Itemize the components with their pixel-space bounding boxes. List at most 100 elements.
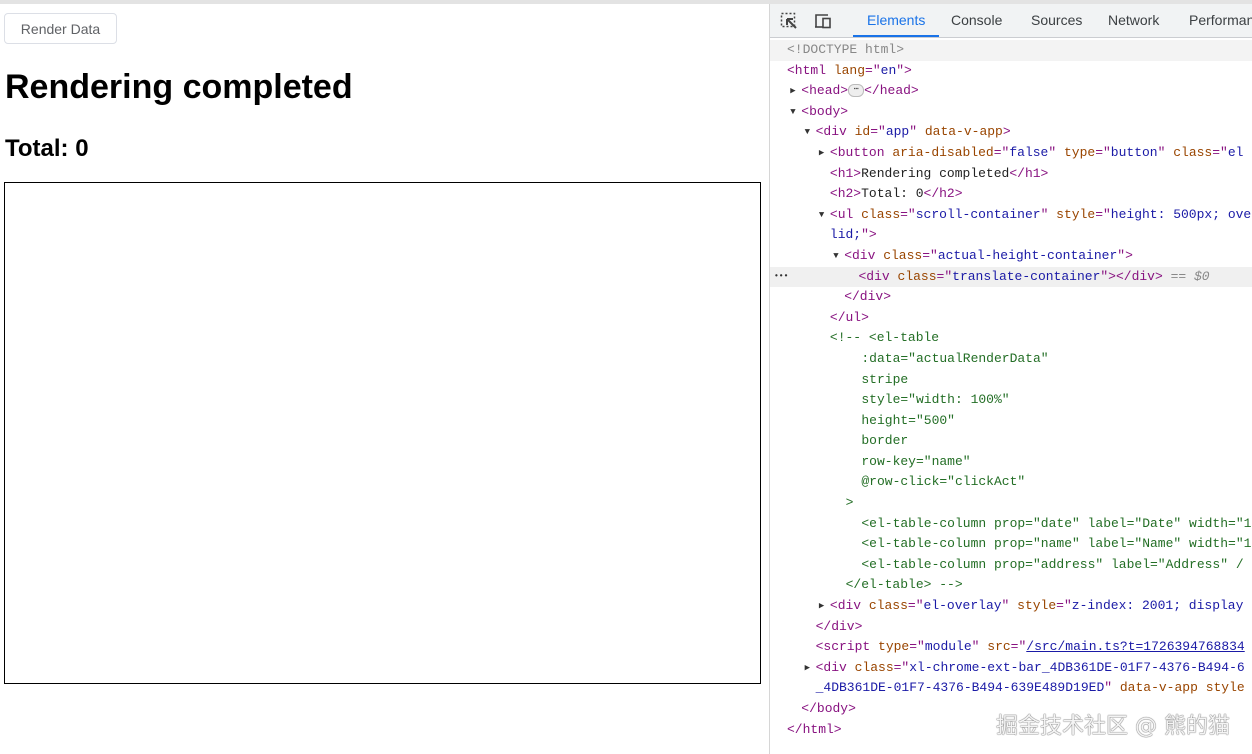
code-token-tag: "> (861, 227, 877, 242)
code-token-attr: class (898, 269, 937, 284)
dom-tree-line[interactable]: ▼<div id="app" data-v-app> (770, 122, 1252, 143)
dom-tree-line[interactable]: <h1>Rendering completed</h1> (770, 164, 1252, 185)
code-token-tag: <button (830, 145, 892, 160)
code-token-val: false (1009, 145, 1048, 160)
more-options-icon[interactable]: ••• (774, 267, 788, 288)
code-token-tag: " (1104, 680, 1120, 695)
code-token-com: <el-table-column prop="date" label="Date… (861, 516, 1251, 531)
dom-tree-line[interactable]: ▶<head>⋯</head> (770, 81, 1252, 102)
dom-tree-line[interactable]: </div> (770, 617, 1252, 638)
dom-tree-line[interactable]: <el-table-column prop="date" label="Date… (770, 514, 1252, 535)
dom-tree-line[interactable]: lid;"> (770, 225, 1252, 246)
collapsed-ellipsis[interactable]: ⋯ (848, 84, 864, 97)
dom-tree-line[interactable]: ▼<div class="actual-height-container"> (770, 246, 1252, 267)
tab-sources[interactable]: Sources (1031, 4, 1082, 37)
dom-tree-line[interactable]: > (770, 493, 1252, 514)
dom-tree-line[interactable]: <el-table-column prop="name" label="Name… (770, 534, 1252, 555)
tab-elements[interactable]: Elements (853, 4, 939, 37)
code-token-text: Rendering completed (861, 166, 1009, 181)
collapse-arrow-icon[interactable]: ▼ (819, 205, 824, 226)
dom-tree-line[interactable]: row-key="name" (770, 452, 1252, 473)
code-token-com: <el-table-column prop="name" label="Name… (861, 536, 1251, 551)
code-token-attr: style (1056, 207, 1095, 222)
dom-tree-line[interactable]: border (770, 431, 1252, 452)
code-token-tag: =" (1095, 207, 1111, 222)
dom-tree-line[interactable]: ▶<button aria-disabled="false" type="but… (770, 143, 1252, 164)
expand-arrow-icon[interactable]: ▶ (819, 143, 824, 164)
code-token-tag: <div (816, 124, 855, 139)
scroll-container[interactable] (4, 182, 761, 684)
code-token-tag: </ul> (830, 310, 869, 325)
collapse-arrow-icon[interactable]: ▼ (833, 246, 838, 267)
dom-tree-line[interactable]: ▼<body> (770, 102, 1252, 123)
dom-tree-line[interactable]: ▶<div class="xl-chrome-ext-bar_4DB361DE-… (770, 658, 1252, 679)
code-token-tag: =" (1095, 145, 1111, 160)
page-viewport: Render Data Rendering completed Total: 0 (0, 4, 770, 754)
dom-tree-line[interactable]: :data="actualRenderData" (770, 349, 1252, 370)
code-token-text: Total: 0 (861, 186, 923, 201)
total-count: Total: 0 (5, 135, 89, 163)
dom-tree-line[interactable]: <!DOCTYPE html> (770, 40, 1252, 61)
dom-tree-line[interactable]: <el-table-column prop="address" label="A… (770, 555, 1252, 576)
dom-tree-line[interactable]: ▼<ul class="scroll-container" style="hei… (770, 205, 1252, 226)
dom-tree-line[interactable]: </el-table> --> (770, 575, 1252, 596)
code-token-tag: =" (870, 124, 886, 139)
render-data-button[interactable]: Render Data (4, 13, 117, 44)
code-token-tag: =" (909, 639, 925, 654)
code-token-tag: =" (994, 145, 1010, 160)
dom-tree-line[interactable]: stripe (770, 370, 1252, 391)
code-token-attr: class (883, 248, 922, 263)
code-token-tag: <div (859, 269, 898, 284)
code-token-tag: </html> (787, 722, 842, 737)
code-token-val: button (1111, 145, 1158, 160)
code-token-link[interactable]: /src/main.ts?t=1726394768834 (1026, 639, 1244, 654)
code-token-tag: " (1002, 598, 1018, 613)
code-token-com: > (846, 495, 854, 510)
dom-tree-line[interactable]: </ul> (770, 308, 1252, 329)
device-toolbar-icon[interactable] (814, 12, 832, 30)
code-token-tag: =" (1056, 598, 1072, 613)
inspect-element-icon[interactable] (780, 12, 798, 30)
dom-tree-line[interactable]: _4DB361DE-01F7-4376-B494-639E489D19ED" d… (770, 678, 1252, 699)
dom-tree-line[interactable]: <html lang="en"> (770, 61, 1252, 82)
tab-network[interactable]: Network (1108, 4, 1159, 37)
expand-arrow-icon[interactable]: ▶ (790, 81, 795, 102)
code-token-tag: > (1003, 124, 1011, 139)
code-token-tag: </div> (844, 289, 891, 304)
dom-tree-line[interactable]: ▶<div class="el-overlay" style="z-index:… (770, 596, 1252, 617)
code-token-attr: class (855, 660, 894, 675)
expand-arrow-icon[interactable]: ▶ (805, 658, 810, 679)
code-token-val: translate-container (952, 269, 1100, 284)
code-token-attr: style (1206, 680, 1245, 695)
expand-arrow-icon[interactable]: ▶ (819, 596, 824, 617)
code-token-val: z-index: 2001; display (1072, 598, 1244, 613)
page-heading: Rendering completed (5, 68, 353, 107)
dom-tree-line[interactable]: <script type="module" src="/src/main.ts?… (770, 637, 1252, 658)
code-token-tag: " (1048, 145, 1064, 160)
code-token-tag: =" (865, 63, 881, 78)
code-token-tag: <div (816, 660, 855, 675)
code-token-attr: data-v-app (925, 124, 1003, 139)
dom-tree-line[interactable]: <h2>Total: 0</h2> (770, 184, 1252, 205)
collapse-arrow-icon[interactable]: ▼ (805, 122, 810, 143)
dom-tree-line[interactable]: @row-click="clickAct" (770, 472, 1252, 493)
code-token-attr: class (861, 207, 900, 222)
code-token-val: _4DB361DE-01F7-4376-B494-639E489D19ED (816, 680, 1105, 695)
dom-tree-line[interactable]: height="500" (770, 411, 1252, 432)
code-token-com: </el-table> --> (846, 577, 963, 592)
dom-tree-line[interactable]: <!-- <el-table (770, 328, 1252, 349)
dom-tree-line[interactable]: style="width: 100%" (770, 390, 1252, 411)
tab-console[interactable]: Console (951, 4, 1002, 37)
code-token-attr: type (878, 639, 909, 654)
dom-tree-line[interactable]: </div> (770, 287, 1252, 308)
code-token-tag: "></div> (1100, 269, 1162, 284)
tab-performan[interactable]: Performan (1189, 4, 1252, 37)
code-token-tag: </h1> (1009, 166, 1048, 181)
collapse-arrow-icon[interactable]: ▼ (790, 102, 795, 123)
code-token-attr: class (1173, 145, 1212, 160)
code-token-tag: " (1041, 207, 1057, 222)
dom-tree-line[interactable]: •••<div class="translate-container"></di… (770, 267, 1252, 288)
code-token-tag: <h2> (830, 186, 861, 201)
code-token-val: module (925, 639, 972, 654)
code-token-attr: style (1017, 598, 1056, 613)
